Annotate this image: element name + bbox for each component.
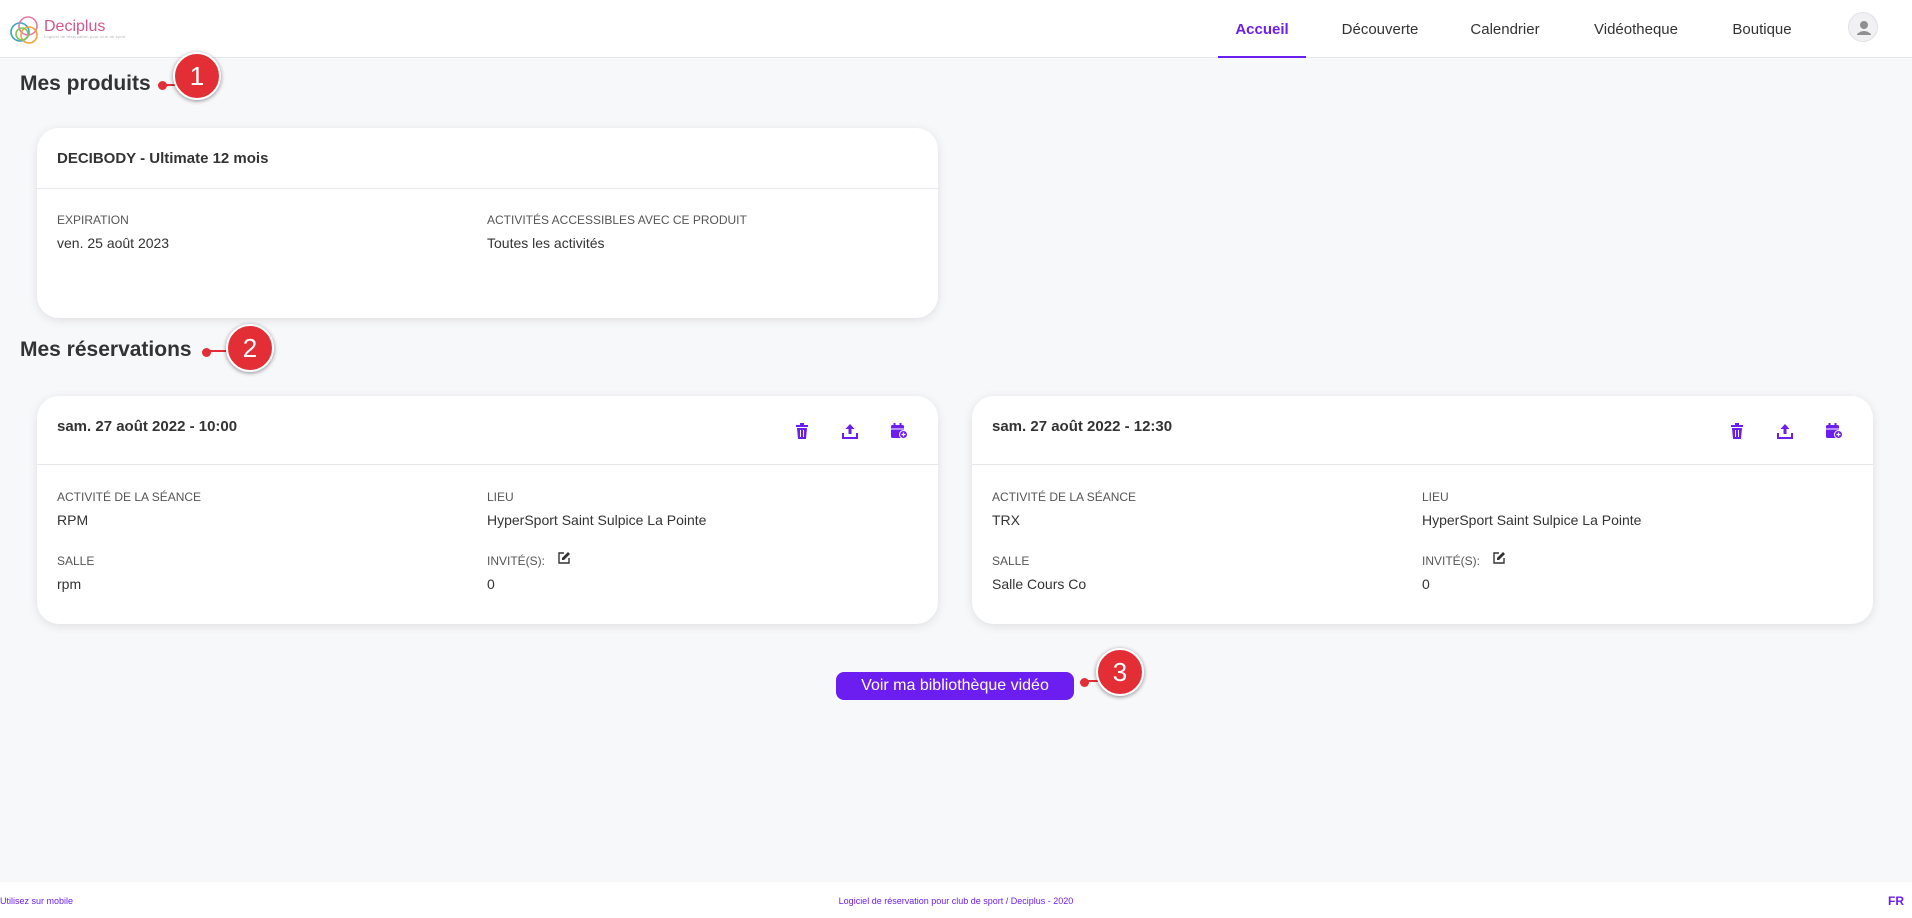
products-section-title: Mes produits	[20, 72, 151, 95]
footer: Utilisez sur mobile Logiciel de réservat…	[0, 882, 1912, 918]
share-icon	[1777, 424, 1793, 439]
brand-tagline: Logiciel de réservation pour club de spo…	[44, 34, 126, 39]
annotation-marker-3: 3	[1096, 648, 1144, 696]
guests-label: INVITÉ(S):	[1422, 554, 1481, 568]
deciplus-logo[interactable]	[8, 14, 44, 46]
language-switch[interactable]: FR	[1888, 894, 1904, 908]
add-to-calendar-button[interactable]	[1823, 420, 1845, 442]
calendar-add-icon	[1826, 423, 1843, 439]
share-icon	[842, 424, 858, 439]
trash-icon	[796, 423, 808, 439]
active-nav-indicator	[1218, 56, 1306, 58]
nav-boutique[interactable]: Boutique	[1718, 0, 1806, 58]
video-library-button[interactable]: Voir ma bibliothèque vidéo	[836, 672, 1074, 700]
share-reservation-button[interactable]	[1774, 420, 1796, 442]
product-card-header: DECIBODY - Ultimate 12 mois	[37, 128, 938, 189]
delete-reservation-button[interactable]	[1726, 420, 1748, 442]
edit-icon	[1493, 552, 1505, 564]
activity-label: ACTIVITÉ DE LA SÉANCE	[992, 490, 1137, 504]
reservation-card-header: sam. 27 août 2022 - 10:00	[37, 396, 938, 465]
activity-value: TRX	[992, 512, 1020, 528]
location-value: HyperSport Saint Sulpice La Pointe	[1422, 512, 1642, 528]
expiration-label: EXPIRATION	[57, 213, 129, 227]
user-avatar[interactable]	[1848, 12, 1878, 42]
activities-label: ACTIVITÉS ACCESSIBLES AVEC CE PRODUIT	[487, 213, 747, 227]
activity-value: RPM	[57, 512, 89, 528]
room-label: SALLE	[57, 554, 95, 568]
reservation-card: sam. 27 août 2022 - 12:30 ACTIVITÉ DE LA…	[972, 396, 1873, 624]
nav-accueil[interactable]: Accueil	[1218, 0, 1306, 58]
edit-guests-button[interactable]	[553, 547, 575, 569]
reservation-datetime: sam. 27 août 2022 - 10:00	[57, 418, 238, 435]
reservation-card: sam. 27 août 2022 - 10:00 ACTIVITÉ DE LA…	[37, 396, 938, 624]
share-reservation-button[interactable]	[839, 420, 861, 442]
room-label: SALLE	[992, 554, 1030, 568]
guests-value: 0	[487, 576, 495, 592]
top-header: Deciplus Logiciel de réservation pour cl…	[0, 0, 1912, 58]
expiration-value: ven. 25 août 2023	[57, 235, 170, 251]
location-label: LIEU	[487, 490, 514, 504]
reservation-datetime: sam. 27 août 2022 - 12:30	[992, 418, 1173, 435]
nav-decouverte[interactable]: Découverte	[1330, 0, 1430, 58]
edit-icon	[558, 552, 570, 564]
room-value: rpm	[57, 576, 82, 592]
marker-2-line	[206, 350, 226, 352]
location-label: LIEU	[1422, 490, 1449, 504]
add-to-calendar-button[interactable]	[888, 420, 910, 442]
annotation-marker-1: 1	[173, 52, 221, 100]
edit-guests-button[interactable]	[1488, 547, 1510, 569]
guests-label: INVITÉ(S):	[487, 554, 546, 568]
product-card: DECIBODY - Ultimate 12 mois EXPIRATION v…	[37, 128, 938, 318]
room-value: Salle Cours Co	[992, 576, 1087, 592]
guests-value: 0	[1422, 576, 1430, 592]
activities-value: Toutes les activités	[487, 235, 605, 251]
calendar-add-icon	[891, 423, 908, 439]
trash-icon	[1731, 423, 1743, 439]
annotation-marker-2: 2	[226, 324, 274, 372]
marker-3-line	[1084, 680, 1098, 682]
nav-videotheque[interactable]: Vidéotheque	[1586, 0, 1686, 58]
product-name: DECIBODY - Ultimate 12 mois	[57, 150, 269, 167]
user-icon	[1857, 21, 1871, 35]
location-value: HyperSport Saint Sulpice La Pointe	[487, 512, 707, 528]
reservation-card-header: sam. 27 août 2022 - 12:30	[972, 396, 1873, 465]
activity-label: ACTIVITÉ DE LA SÉANCE	[57, 490, 202, 504]
delete-reservation-button[interactable]	[791, 420, 813, 442]
reservations-section-title: Mes réservations	[20, 338, 192, 361]
footer-credit[interactable]: Logiciel de réservation pour club de spo…	[0, 896, 1912, 906]
nav-calendrier[interactable]: Calendrier	[1458, 0, 1552, 58]
